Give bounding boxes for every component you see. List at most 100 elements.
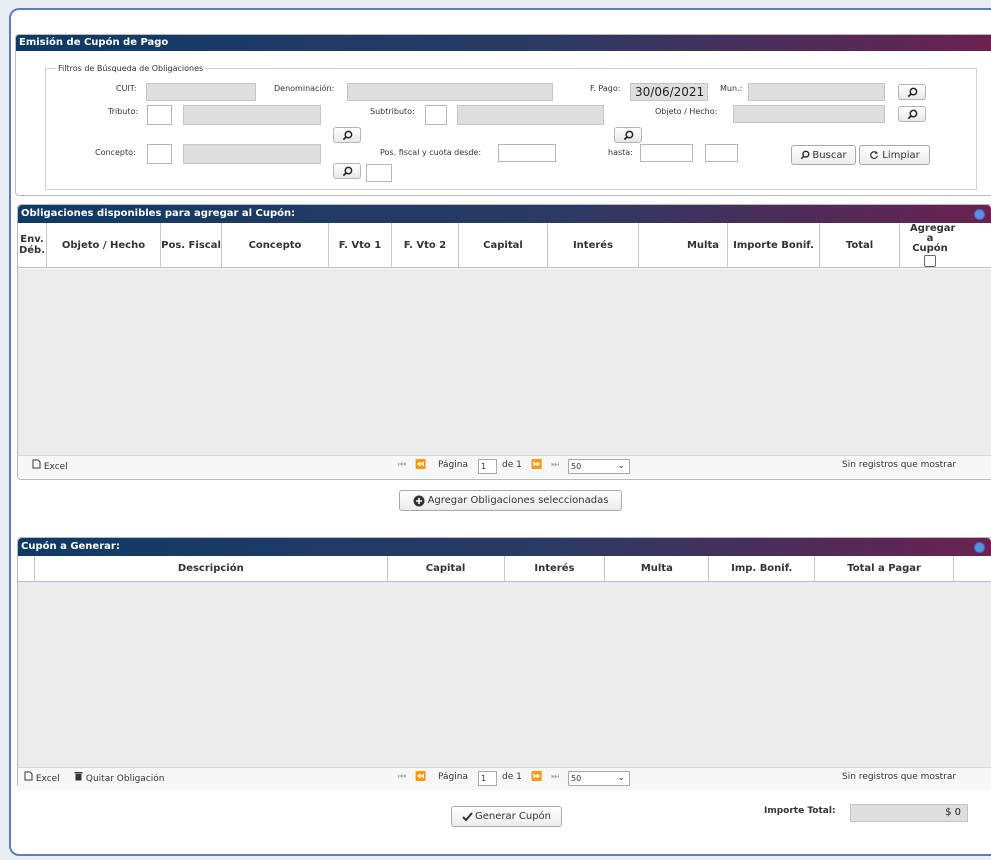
concepto-code-input[interactable] xyxy=(147,144,172,164)
col-interes[interactable]: Interés xyxy=(505,556,606,581)
col-descripcion[interactable]: Descripción xyxy=(35,556,388,581)
excel-export-button[interactable]: Excel xyxy=(24,771,60,784)
col-capital[interactable]: Capital xyxy=(388,556,505,581)
tributo-desc-input[interactable] xyxy=(183,105,321,125)
concepto-search-button[interactable] xyxy=(333,163,361,179)
search-icon xyxy=(907,87,917,97)
collapse-icon[interactable] xyxy=(974,542,985,553)
col-agregar[interactable]: Agregar a Cupón xyxy=(900,223,960,267)
page-first-icon[interactable]: ⏮ xyxy=(398,460,406,470)
col-total-pagar[interactable]: Total a Pagar xyxy=(815,556,955,581)
cuit-input[interactable] xyxy=(146,83,256,101)
subtributo-search-button[interactable] xyxy=(614,127,642,143)
page-number-input[interactable]: 1 xyxy=(478,771,497,786)
col-imp-bonif[interactable]: Imp. Bonif. xyxy=(709,556,816,581)
cuota-desde-input[interactable] xyxy=(366,164,392,182)
plus-circle-icon xyxy=(413,495,425,506)
subtributo-label: Subtributo: xyxy=(370,107,415,116)
col-objeto[interactable]: Objeto / Hecho xyxy=(47,223,161,267)
page-number-input[interactable]: 1 xyxy=(478,459,497,474)
tributo-code-input[interactable] xyxy=(147,105,172,125)
buscar-label: Buscar xyxy=(812,149,847,161)
excel-export-button[interactable]: Excel xyxy=(32,459,68,472)
col-pos-fiscal[interactable]: Pos. Fiscal xyxy=(161,223,222,267)
subtributo-code-input[interactable] xyxy=(425,105,447,125)
generar-cupon-label: Generar Cupón xyxy=(474,811,552,822)
importe-total-label: Importe Total: xyxy=(764,806,836,816)
page-next-icon[interactable]: ⏩ xyxy=(531,460,542,470)
tributo-search-button[interactable] xyxy=(333,127,361,143)
col-importe-bonif[interactable]: Importe Bonif. xyxy=(728,223,820,267)
search-icon xyxy=(342,166,352,176)
excel-label: Excel xyxy=(35,774,60,784)
generar-cupon-button[interactable]: Generar Cupón xyxy=(451,806,562,827)
page-next-icon[interactable]: ⏩ xyxy=(531,772,542,782)
obligaciones-title: Obligaciones disponibles para agregar al… xyxy=(18,205,991,223)
limpiar-button[interactable]: Limpiar xyxy=(859,145,930,165)
page-last-icon[interactable]: ⏭ xyxy=(551,460,559,470)
agregar-obligaciones-button[interactable]: Agregar Obligaciones seleccionadas xyxy=(399,490,622,511)
trash-icon xyxy=(74,772,83,781)
buscar-button[interactable]: Buscar xyxy=(791,145,856,165)
page-label: Página xyxy=(438,772,468,782)
collapse-icon[interactable] xyxy=(974,209,985,220)
col-concepto[interactable]: Concepto xyxy=(222,223,329,267)
fpago-label: F. Pago: xyxy=(590,84,621,93)
cupon-body xyxy=(18,582,991,767)
search-icon xyxy=(623,130,633,140)
page-size-value: 50 xyxy=(571,462,582,471)
chevron-down-icon: ⌄ xyxy=(617,773,625,783)
cupon-header: Descripción Capital Interés Multa Imp. B… xyxy=(18,556,991,582)
page-prev-icon[interactable]: ⏪ xyxy=(415,772,426,782)
chevron-down-icon: ⌄ xyxy=(617,461,625,471)
denominacion-label: Denominación: xyxy=(274,84,335,93)
empty-records-text: Sin registros que mostrar xyxy=(842,460,957,470)
col-fvto1[interactable]: F. Vto 1 xyxy=(329,223,392,267)
empty-records-text: Sin registros que mostrar xyxy=(842,772,957,782)
concepto-desc-input[interactable] xyxy=(183,144,321,164)
objeto-search-button[interactable] xyxy=(898,106,926,122)
col-interes[interactable]: Interés xyxy=(548,223,639,267)
col-multa[interactable]: Multa xyxy=(639,223,728,267)
pos-hasta-input[interactable] xyxy=(640,144,693,162)
col-spacer xyxy=(18,556,35,581)
cuota-hasta-input[interactable] xyxy=(705,144,738,162)
filters-legend: Filtros de Búsqueda de Obligaciones xyxy=(58,64,204,73)
concepto-label: Concepto: xyxy=(95,148,136,157)
cupon-grid: Cupón a Generar: Descripción Capital Int… xyxy=(17,537,991,790)
excel-label: Excel xyxy=(43,462,68,472)
cuit-label: CUIT: xyxy=(116,84,137,93)
page-size-select[interactable]: 50 ⌄ xyxy=(568,459,630,474)
col-total[interactable]: Total xyxy=(820,223,900,267)
agregar-obligaciones-label: Agregar Obligaciones seleccionadas xyxy=(427,495,609,506)
search-icon xyxy=(342,130,352,140)
page-label: Página xyxy=(438,460,468,470)
refresh-icon xyxy=(870,150,879,159)
search-icon xyxy=(801,150,810,160)
col-end xyxy=(954,556,991,581)
denominacion-input[interactable] xyxy=(347,83,553,101)
page-title: Emisión de Cupón de Pago xyxy=(16,35,991,51)
mun-search-button[interactable] xyxy=(898,84,926,100)
page-size-select[interactable]: 50 ⌄ xyxy=(568,771,630,786)
subtributo-desc-input[interactable] xyxy=(457,105,604,125)
page-last-icon[interactable]: ⏭ xyxy=(551,772,559,782)
select-all-checkbox[interactable] xyxy=(924,254,936,267)
fpago-input[interactable]: 30/06/2021 xyxy=(630,83,708,101)
quitar-obligacion-label: Quitar Obligación xyxy=(85,774,165,784)
quitar-obligacion-button[interactable]: Quitar Obligación xyxy=(74,771,164,784)
col-env-deb[interactable]: Env. Déb. xyxy=(18,223,47,267)
cupon-title: Cupón a Generar: xyxy=(18,538,991,556)
pos-desde-input[interactable] xyxy=(498,144,556,162)
col-multa[interactable]: Multa xyxy=(605,556,710,581)
obligaciones-pager: Excel ⏮ ⏪ Página 1 de 1 ⏩ ⏭ 50 ⌄ Sin reg… xyxy=(18,455,991,478)
objeto-input[interactable] xyxy=(733,105,885,123)
check-icon xyxy=(462,811,473,821)
col-capital[interactable]: Capital xyxy=(459,223,548,267)
col-fvto2[interactable]: F. Vto 2 xyxy=(392,223,459,267)
col-agregar-label: Agregar a Cupón xyxy=(910,222,956,254)
page-first-icon[interactable]: ⏮ xyxy=(398,772,406,782)
mun-input[interactable] xyxy=(748,83,885,101)
cupon-pager: Excel Quitar Obligación ⏮ ⏪ Página 1 de … xyxy=(18,767,991,790)
page-prev-icon[interactable]: ⏪ xyxy=(415,460,426,470)
